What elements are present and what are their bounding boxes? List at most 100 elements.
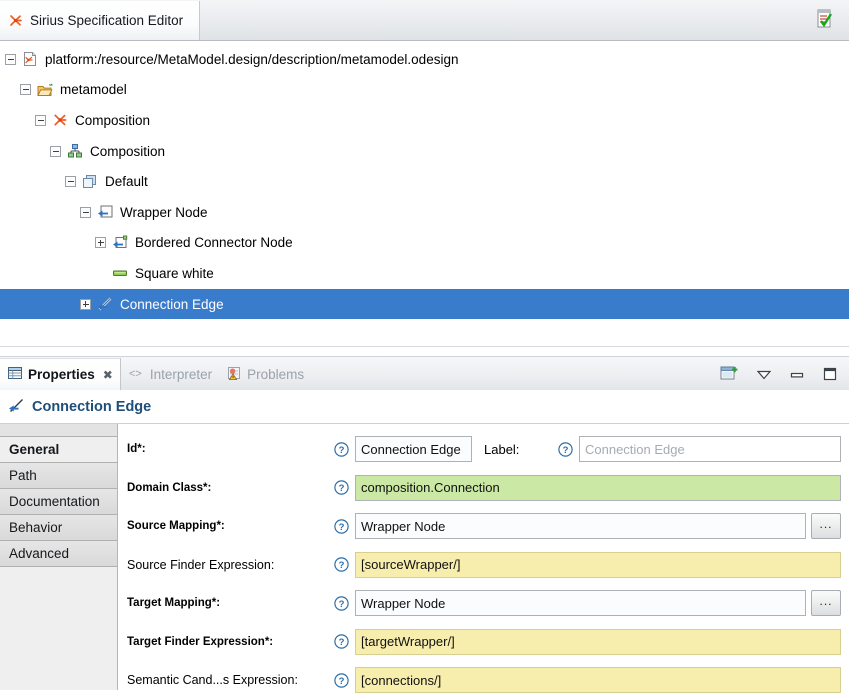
tab-problems-label: Problems bbox=[247, 366, 305, 382]
sirius-viewpoint-icon bbox=[8, 13, 23, 28]
tree-twisty-collapse[interactable] bbox=[65, 176, 76, 188]
tree-twisty-expand[interactable] bbox=[80, 298, 91, 310]
target-mapping-field-label: Target Mapping*: bbox=[127, 597, 221, 610]
open-folder-icon bbox=[37, 82, 53, 98]
form-row-id: Id*: ? Connection Edge Label: ? Connecti… bbox=[126, 430, 841, 469]
section-tab-general[interactable]: General bbox=[0, 437, 117, 463]
tree-row[interactable]: Composition bbox=[0, 136, 849, 167]
properties-view-body: General Path Documentation Behavior Adva… bbox=[0, 424, 849, 694]
section-tab-documentation[interactable]: Documentation bbox=[0, 489, 117, 515]
tree-row[interactable]: metamodel bbox=[0, 75, 849, 106]
tree-item-label: Wrapper Node bbox=[120, 204, 208, 220]
tree-row[interactable]: Connection Edge bbox=[0, 288, 849, 320]
target-mapping-browse-button[interactable]: ... bbox=[811, 590, 841, 617]
form-row-target-finder-expression: Target Finder Expression*: ? [targetWrap… bbox=[126, 623, 841, 662]
help-icon[interactable]: ? bbox=[334, 596, 349, 611]
target-finder-expression-field-label: Target Finder Expression*: bbox=[127, 635, 274, 648]
svg-text:?: ? bbox=[339, 560, 345, 571]
tab-interpreter[interactable]: <> Interpreter bbox=[121, 358, 219, 390]
svg-text:?: ? bbox=[339, 599, 345, 610]
form-row-domain-class: Domain Class*: ? composition.Connection bbox=[126, 469, 841, 508]
page-title: Connection Edge bbox=[32, 398, 152, 415]
source-mapping-input[interactable]: Wrapper Node bbox=[355, 513, 806, 540]
form-row-source-finder-expression: Source Finder Expression: ? [sourceWrapp… bbox=[126, 546, 841, 585]
odesign-model-tree[interactable]: platform:/resource/MetaModel.design/desc… bbox=[0, 41, 849, 346]
tree-twisty-collapse[interactable] bbox=[50, 145, 61, 157]
section-tab-path[interactable]: Path bbox=[0, 463, 117, 489]
edge-mapping-icon bbox=[8, 397, 25, 417]
form-row-target-mapping: Target Mapping*: ? Wrapper Node ... bbox=[126, 584, 841, 623]
diagram-description-icon bbox=[67, 143, 83, 159]
svg-text:?: ? bbox=[339, 445, 345, 456]
source-finder-expression-input[interactable]: [sourceWrapper/] bbox=[355, 551, 841, 578]
domain-class-input[interactable]: composition.Connection bbox=[355, 474, 841, 501]
minimize-icon[interactable] bbox=[790, 368, 804, 383]
tree-twisty-expand[interactable] bbox=[95, 237, 106, 249]
section-tab-advanced[interactable]: Advanced bbox=[0, 541, 117, 567]
help-icon[interactable]: ? bbox=[334, 480, 349, 495]
editor-toolbar bbox=[816, 9, 833, 31]
section-tab-behavior[interactable]: Behavior bbox=[0, 515, 117, 541]
target-mapping-input[interactable]: Wrapper Node bbox=[355, 590, 806, 617]
tree-row[interactable]: Square white bbox=[0, 258, 849, 289]
general-properties-form: Id*: ? Connection Edge Label: ? Connecti… bbox=[118, 424, 849, 694]
section-tab-label: Documentation bbox=[9, 494, 100, 509]
tree-twisty-collapse[interactable] bbox=[20, 84, 31, 96]
bordered-node-mapping-icon bbox=[112, 235, 128, 251]
validate-checklist-icon[interactable] bbox=[816, 9, 833, 31]
target-finder-expression-input[interactable]: [targetWrapper/] bbox=[355, 628, 841, 655]
tree-row[interactable]: Wrapper Node bbox=[0, 197, 849, 228]
section-tab-label: Path bbox=[9, 468, 37, 483]
view-menu-chevron-icon[interactable] bbox=[756, 368, 772, 383]
source-finder-expression-field-label: Source Finder Expression: bbox=[127, 557, 275, 572]
tree-item-label: Composition bbox=[75, 112, 151, 128]
close-icon[interactable]: ✖ bbox=[103, 369, 113, 381]
semantic-candidates-expression-field-label: Semantic Cand...s Expression: bbox=[127, 673, 298, 688]
svg-text:?: ? bbox=[339, 676, 345, 687]
help-icon[interactable]: ? bbox=[558, 442, 573, 457]
tree-row[interactable]: Bordered Connector Node bbox=[0, 228, 849, 259]
tree-item-label: Square white bbox=[135, 265, 214, 281]
maximize-icon[interactable] bbox=[823, 367, 837, 384]
tree-row[interactable]: Composition bbox=[0, 105, 849, 136]
tablist-top-filler bbox=[0, 424, 117, 437]
help-icon[interactable]: ? bbox=[334, 557, 349, 572]
editor-tab-label: Sirius Specification Editor bbox=[30, 12, 184, 28]
new-properties-view-icon[interactable] bbox=[720, 365, 738, 385]
source-mapping-field-label: Source Mapping*: bbox=[127, 520, 225, 533]
help-icon[interactable]: ? bbox=[334, 519, 349, 534]
label-input[interactable]: Connection Edge bbox=[579, 436, 841, 463]
tree-twisty-collapse[interactable] bbox=[5, 53, 16, 65]
source-mapping-browse-button[interactable]: ... bbox=[811, 513, 841, 540]
form-row-source-mapping: Source Mapping*: ? Wrapper Node ... bbox=[126, 507, 841, 546]
tab-interpreter-label: Interpreter bbox=[149, 366, 213, 382]
problems-warning-icon bbox=[227, 366, 241, 383]
properties-view-toolbar bbox=[720, 365, 837, 385]
tree-item-label: platform:/resource/MetaModel.design/desc… bbox=[45, 51, 459, 67]
editor-view-sash[interactable] bbox=[0, 346, 849, 357]
properties-view-header: Connection Edge bbox=[0, 390, 849, 424]
tab-properties[interactable]: Properties ✖ bbox=[0, 358, 121, 390]
properties-section-tablist: General Path Documentation Behavior Adva… bbox=[0, 424, 118, 690]
help-icon[interactable]: ? bbox=[334, 634, 349, 649]
tab-properties-label: Properties bbox=[28, 367, 95, 382]
section-tab-label: Advanced bbox=[9, 546, 70, 561]
tab-problems[interactable]: Problems bbox=[219, 358, 311, 390]
svg-text:?: ? bbox=[339, 522, 345, 533]
help-icon[interactable]: ? bbox=[334, 673, 349, 688]
svg-text:?: ? bbox=[339, 483, 345, 494]
editor-tab-sirius-specification-editor[interactable]: Sirius Specification Editor bbox=[0, 0, 201, 40]
id-input[interactable]: Connection Edge bbox=[355, 436, 472, 463]
interpreter-code-icon: <> bbox=[129, 366, 144, 383]
tree-item-label: Composition bbox=[90, 143, 166, 159]
green-square-style-icon bbox=[112, 265, 128, 281]
tree-item-label: Bordered Connector Node bbox=[135, 235, 293, 251]
svg-text:?: ? bbox=[339, 637, 345, 648]
help-icon[interactable]: ? bbox=[334, 442, 349, 457]
tree-row[interactable]: Default bbox=[0, 166, 849, 197]
semantic-candidates-expression-input[interactable]: [connections/] bbox=[355, 667, 841, 694]
tree-twisty-collapse[interactable] bbox=[80, 206, 91, 218]
id-field-label: Id*: bbox=[127, 443, 146, 456]
tree-row[interactable]: platform:/resource/MetaModel.design/desc… bbox=[0, 44, 849, 75]
tree-twisty-collapse[interactable] bbox=[35, 114, 46, 126]
